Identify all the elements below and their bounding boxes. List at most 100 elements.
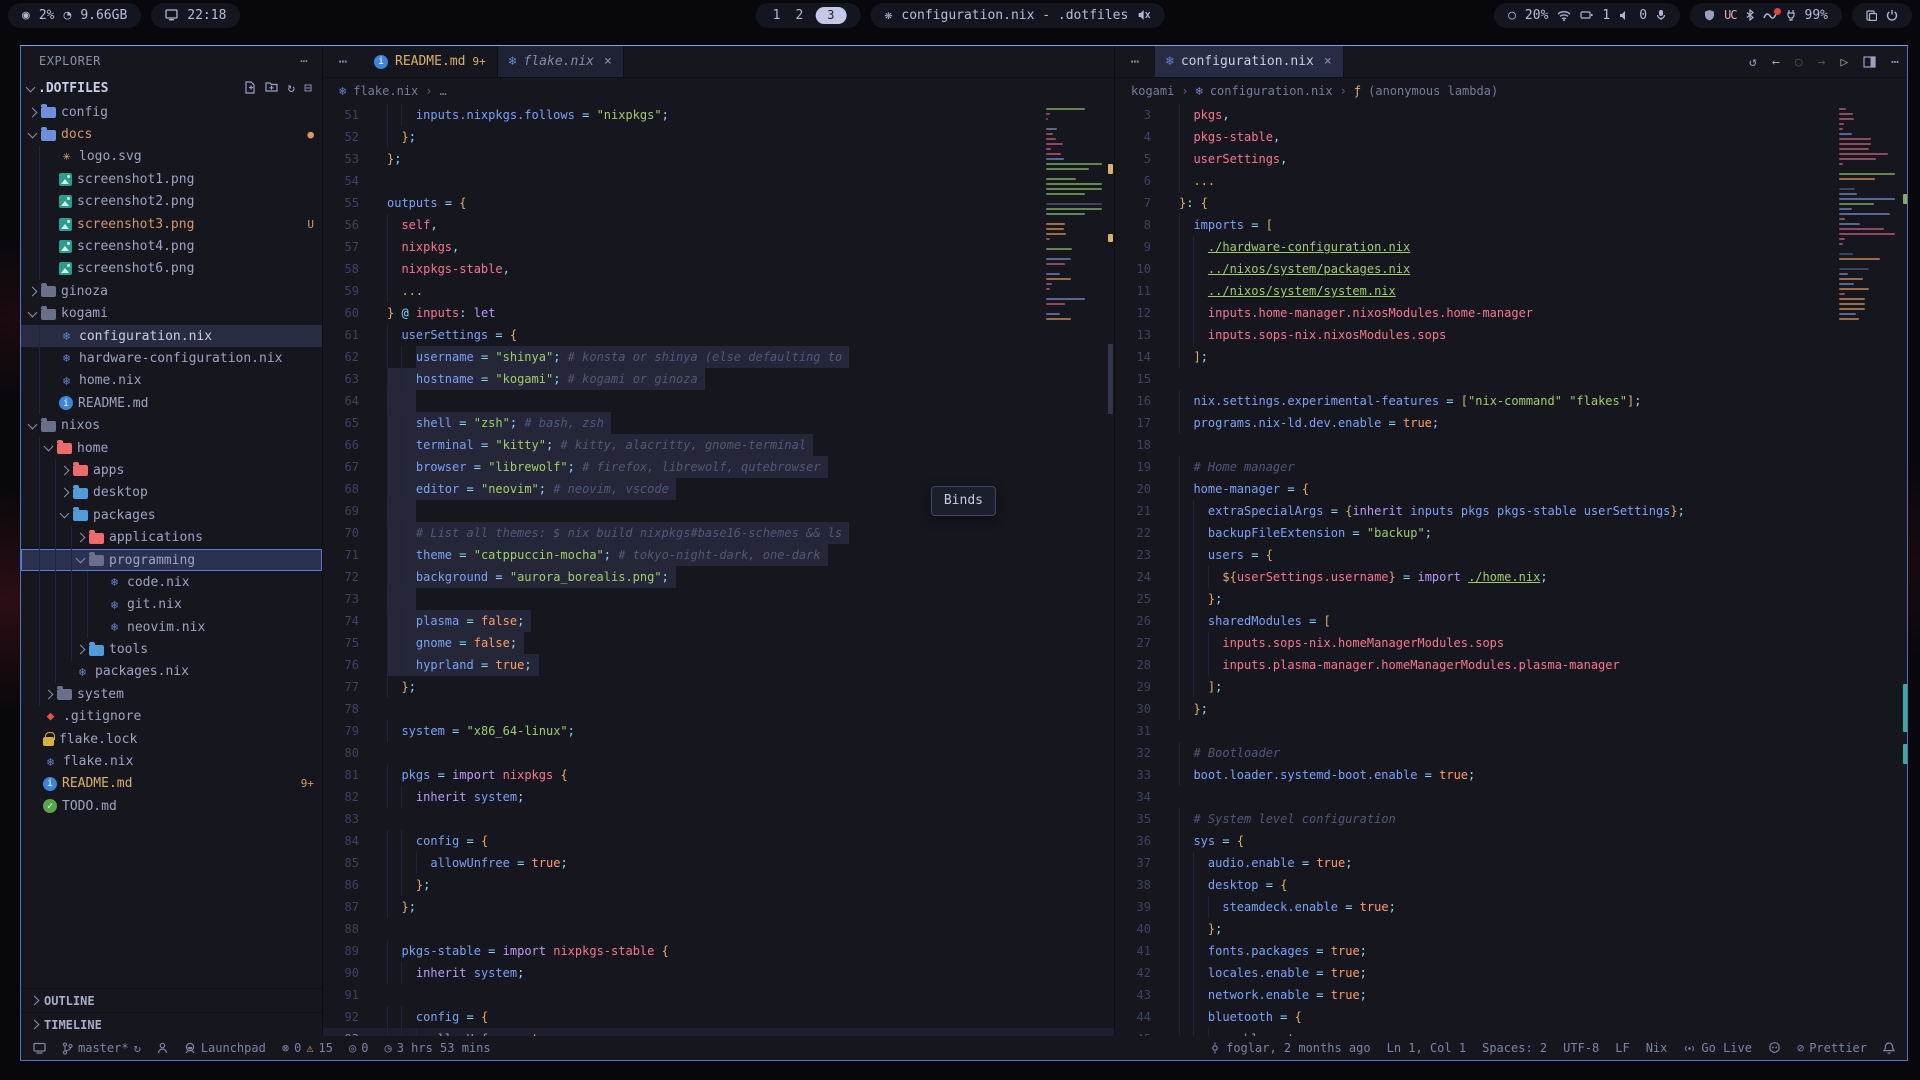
code-line[interactable]: 24 ${userSettings.username} = import ./h… (1115, 566, 1908, 588)
indentation-setting[interactable]: Spaces: 2 (1482, 1041, 1547, 1055)
code-line[interactable]: 14 ]; (1115, 346, 1908, 368)
tree-item-flake-lock[interactable]: flake.lock (21, 728, 322, 750)
code-line[interactable]: 85 allowUnfree = true; (323, 852, 1114, 874)
tree-item-code-nix[interactable]: ❄code.nix (21, 571, 322, 593)
code-line[interactable]: 27 inputs.sops-nix.homeManagerModules.so… (1115, 632, 1908, 654)
code-line[interactable]: 30 }; (1115, 698, 1908, 720)
code-line[interactable]: 59 ... (323, 280, 1114, 302)
tree-item-screenshot4-png[interactable]: screenshot4.png (21, 235, 322, 257)
code-line[interactable]: 74 plasma = false; (323, 610, 1114, 632)
code-line[interactable]: 54 (323, 170, 1114, 192)
shield-icon[interactable] (1704, 9, 1715, 21)
tree-item-readme-md[interactable]: iREADME.md9+ (21, 773, 322, 795)
profile-indicator[interactable] (157, 1042, 168, 1054)
code-line[interactable]: 56 self, (323, 214, 1114, 236)
code-line[interactable]: 33 boot.loader.systemd-boot.enable = tru… (1115, 764, 1908, 786)
code-line[interactable]: 79 system = "x86_64-linux"; (323, 720, 1114, 742)
tree-item-git-nix[interactable]: ❄git.nix (21, 594, 322, 616)
code-line[interactable]: 40 }; (1115, 918, 1908, 940)
tree-item-screenshot6-png[interactable]: screenshot6.png (21, 258, 322, 280)
launchpad-button[interactable]: Launchpad (184, 1041, 266, 1055)
code-line[interactable]: 70 # List all themes: $ nix build nixpkg… (323, 522, 1114, 544)
microphone-icon[interactable] (1656, 9, 1666, 21)
tree-item--gitignore[interactable]: ◆.gitignore (21, 706, 322, 728)
run-icon[interactable]: ▷ (1840, 55, 1848, 70)
code-line[interactable]: 52 }; (323, 126, 1114, 148)
tab-overflow-icon[interactable]: ⋯ (1115, 46, 1155, 77)
code-line[interactable]: 29 ]; (1115, 676, 1908, 698)
code-line[interactable]: 64 (323, 390, 1114, 412)
notification-tray-icon[interactable] (1763, 11, 1777, 20)
breadcrumb-item[interactable]: (anonymous lambda) (1368, 84, 1498, 98)
tree-item-configuration-nix[interactable]: ❄configuration.nix (21, 325, 322, 347)
code-line[interactable]: 89 pkgs-stable = import nixpkgs-stable { (323, 940, 1114, 962)
code-line[interactable]: 80 (323, 742, 1114, 764)
code-line[interactable]: 53}; (323, 148, 1114, 170)
code-line[interactable]: 39 steamdeck.enable = true; (1115, 896, 1908, 918)
code-line[interactable]: 13 inputs.sops-nix.nixosModules.sops (1115, 324, 1908, 346)
go-forward-icon[interactable]: → (1818, 55, 1826, 70)
tree-item-screenshot3-png[interactable]: screenshot3.pngU (21, 213, 322, 235)
bluetooth-icon[interactable] (1746, 9, 1754, 21)
code-line[interactable]: 4 pkgs-stable, (1115, 126, 1908, 148)
code-line[interactable]: 62 username = "shinya"; # konsta or shin… (323, 346, 1114, 368)
code-line[interactable]: 51 inputs.nixpkgs.follows = "nixpkgs"; (323, 104, 1114, 126)
workspace-3-active[interactable]: 3 (815, 7, 846, 24)
tree-item-kogami[interactable]: kogami (21, 303, 322, 325)
code-line[interactable]: 31 (1115, 720, 1908, 742)
eol-setting[interactable]: LF (1615, 1041, 1629, 1055)
time-tracker[interactable]: ◷ 3 hrs 53 mins (384, 1041, 490, 1055)
keyboard-layout[interactable]: UC (1724, 8, 1736, 22)
code-line[interactable]: 67 browser = "librewolf"; # firefox, lib… (323, 456, 1114, 478)
ports-indicator[interactable]: ◎ 0 (349, 1041, 368, 1055)
code-line[interactable]: 10 ../nixos/system/packages.nix (1115, 258, 1908, 280)
go-live-button[interactable]: Go Live (1683, 1041, 1752, 1055)
code-line[interactable]: 22 backupFileExtension = "backup"; (1115, 522, 1908, 544)
code-line[interactable]: 16 nix.settings.experimental-features = … (1115, 390, 1908, 412)
wifi-icon[interactable] (1557, 10, 1571, 21)
code-line[interactable]: 25 }; (1115, 588, 1908, 610)
tree-item-system[interactable]: system (21, 683, 322, 705)
code-line[interactable]: 86 }; (323, 874, 1114, 896)
prettier-indicator[interactable]: ⊘ Prettier (1797, 1041, 1867, 1055)
code-line[interactable]: 66 terminal = "kitty"; # kitty, alacritt… (323, 434, 1114, 456)
tree-item-apps[interactable]: apps (21, 459, 322, 481)
code-line[interactable]: 17 programs.nix-ld.dev.enable = true; (1115, 412, 1908, 434)
code-line[interactable]: 75 gnome = false; (323, 632, 1114, 654)
close-icon[interactable]: × (1324, 54, 1332, 69)
tree-item-desktop[interactable]: desktop (21, 482, 322, 504)
code-line[interactable]: 36 sys = { (1115, 830, 1908, 852)
clipboard-icon[interactable] (1866, 9, 1877, 21)
code-line[interactable]: 88 (323, 918, 1114, 940)
breadcrumb-right[interactable]: kogami › ❄ configuration.nix › ƒ (anonym… (1115, 78, 1908, 104)
code-line[interactable]: 44 bluetooth = { (1115, 1006, 1908, 1028)
tree-item-config[interactable]: config (21, 101, 322, 123)
cursor-position[interactable]: Ln 1, Col 1 (1387, 1041, 1466, 1055)
code-line[interactable]: 83 (323, 808, 1114, 830)
tab-configuration-active[interactable]: ❄ configuration.nix × (1155, 46, 1344, 77)
problems-indicator[interactable]: ⊗ 0 ⚠ 15 (282, 1041, 333, 1055)
code-line[interactable]: 71 theme = "catppuccin-mocha"; # tokyo-n… (323, 544, 1114, 566)
tab-readme[interactable]: i README.md 9+ (363, 46, 498, 77)
code-line[interactable]: 15 (1115, 368, 1908, 390)
new-folder-icon[interactable] (265, 81, 278, 96)
go-back-icon[interactable]: ← (1772, 55, 1780, 70)
refresh-icon[interactable]: ↻ (287, 81, 295, 96)
code-line[interactable]: 43 network.enable = true; (1115, 984, 1908, 1006)
minimap[interactable] (1046, 108, 1104, 323)
breadcrumb-item[interactable]: kogami (1131, 84, 1174, 98)
code-line[interactable]: 91 (323, 984, 1114, 1006)
code-line[interactable]: 45 enable = true; (1115, 1028, 1908, 1036)
code-line[interactable]: 3 pkgs, (1115, 104, 1908, 126)
tree-item-todo-md[interactable]: ✓TODO.md (21, 795, 322, 817)
timeline-history-icon[interactable]: ↺ (1749, 55, 1757, 70)
split-editor-icon[interactable] (1863, 56, 1876, 68)
power-icon[interactable] (1886, 9, 1898, 21)
code-line[interactable]: 78 (323, 698, 1114, 720)
code-line[interactable]: 12 inputs.home-manager.nixosModules.home… (1115, 302, 1908, 324)
new-file-icon[interactable] (244, 81, 256, 96)
tree-item-neovim-nix[interactable]: ❄neovim.nix (21, 616, 322, 638)
code-line[interactable]: 35 # System level configuration (1115, 808, 1908, 830)
code-line[interactable]: 90 inherit system; (323, 962, 1114, 984)
more-actions-icon[interactable]: ⋯ (1891, 55, 1899, 70)
